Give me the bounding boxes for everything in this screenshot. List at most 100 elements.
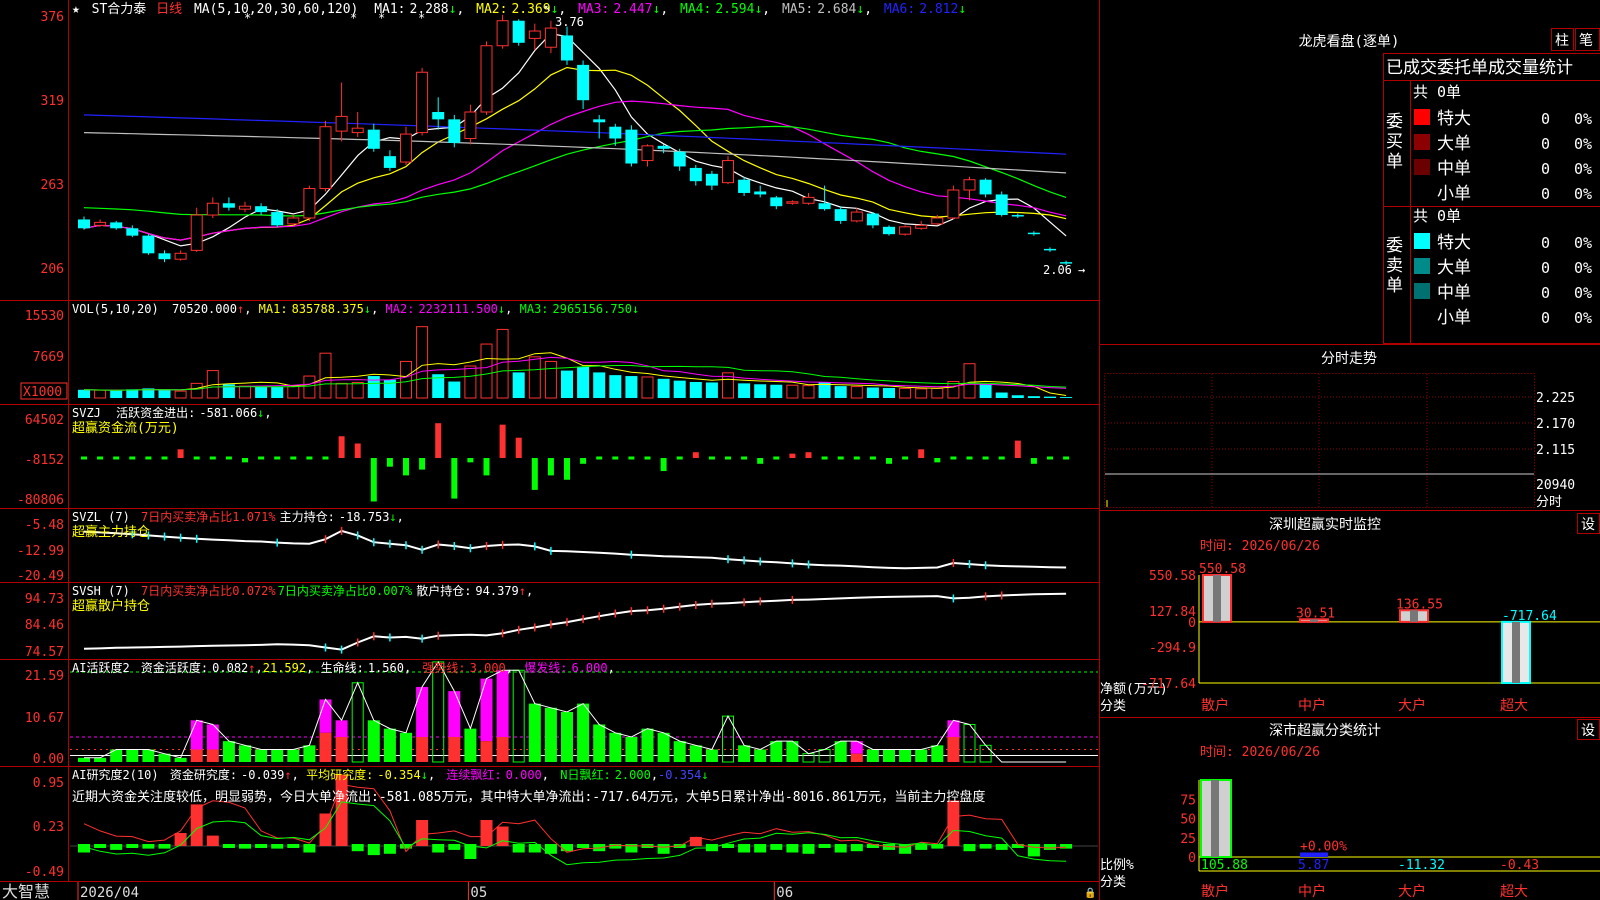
event-marker-icon[interactable]: * bbox=[378, 11, 385, 25]
candle[interactable] bbox=[464, 111, 477, 139]
volume-bar[interactable] bbox=[1044, 396, 1056, 398]
fund-flow-bar[interactable] bbox=[113, 456, 120, 460]
research-bar[interactable] bbox=[995, 844, 1008, 850]
candle[interactable] bbox=[190, 214, 203, 251]
volume-bar[interactable] bbox=[593, 372, 606, 398]
lock-icon[interactable]: 🔒 bbox=[1084, 887, 1096, 899]
fund-flow-bar[interactable] bbox=[950, 456, 957, 460]
research-bar[interactable] bbox=[190, 804, 203, 846]
candle[interactable] bbox=[786, 201, 799, 204]
fund-flow-bar[interactable] bbox=[338, 436, 345, 458]
volume-bar[interactable] bbox=[561, 370, 573, 398]
candle[interactable] bbox=[931, 217, 944, 225]
candle[interactable] bbox=[689, 167, 702, 182]
volume-bar[interactable] bbox=[641, 376, 654, 399]
volume-bar[interactable] bbox=[367, 376, 380, 398]
candle[interactable] bbox=[496, 20, 509, 47]
activity-bar-base[interactable] bbox=[480, 741, 493, 762]
activity-bar-base[interactable] bbox=[850, 753, 863, 762]
activity-bar[interactable] bbox=[94, 757, 107, 762]
candle[interactable] bbox=[1027, 232, 1040, 235]
volume-bar[interactable] bbox=[754, 384, 767, 398]
activity-bar[interactable] bbox=[770, 741, 783, 762]
candle[interactable] bbox=[802, 196, 815, 204]
research-bar[interactable] bbox=[963, 844, 976, 852]
volume-bar[interactable] bbox=[351, 381, 364, 399]
candle[interactable] bbox=[303, 188, 316, 219]
volume-bar[interactable] bbox=[464, 365, 477, 399]
research-bar[interactable] bbox=[850, 844, 863, 852]
event-marker-icon[interactable]: * bbox=[244, 11, 251, 25]
volume-bar[interactable] bbox=[1027, 396, 1040, 398]
activity-bar[interactable] bbox=[834, 741, 847, 762]
volume-bar[interactable] bbox=[528, 356, 541, 399]
fund-flow-bar[interactable] bbox=[789, 453, 796, 458]
activity-bar-base[interactable] bbox=[448, 736, 461, 762]
activity-bar[interactable] bbox=[383, 728, 396, 762]
candle[interactable] bbox=[432, 111, 445, 120]
activity-bar[interactable] bbox=[931, 745, 944, 762]
activity-bar[interactable] bbox=[303, 745, 316, 762]
fund-flow-bar[interactable] bbox=[274, 456, 281, 460]
candle[interactable] bbox=[287, 217, 300, 225]
activity-bar[interactable] bbox=[416, 686, 429, 737]
activity-bar[interactable] bbox=[287, 749, 300, 762]
candle[interactable] bbox=[850, 211, 863, 222]
candle[interactable] bbox=[126, 228, 139, 236]
fund-flow-bar[interactable] bbox=[966, 456, 973, 460]
fund-flow-bar[interactable] bbox=[177, 449, 184, 458]
activity-bar[interactable] bbox=[367, 720, 380, 762]
candle[interactable] bbox=[206, 202, 219, 216]
candle[interactable] bbox=[979, 179, 992, 195]
candle[interactable] bbox=[78, 219, 90, 229]
fund-flow-bar[interactable] bbox=[515, 437, 522, 458]
fund-flow-bar[interactable] bbox=[1047, 456, 1053, 460]
activity-bar-base[interactable] bbox=[335, 736, 348, 762]
candle[interactable] bbox=[174, 252, 187, 260]
research-bar[interactable] bbox=[126, 844, 139, 848]
fund-flow-bar[interactable] bbox=[982, 456, 989, 460]
volume-bar[interactable] bbox=[705, 382, 718, 398]
candle[interactable] bbox=[641, 145, 654, 162]
candle[interactable] bbox=[416, 71, 429, 134]
candle[interactable] bbox=[754, 191, 767, 195]
stock-name[interactable]: ST合力泰 bbox=[92, 2, 147, 17]
volume-bar[interactable] bbox=[480, 343, 493, 399]
activity-bar[interactable] bbox=[866, 749, 879, 762]
research-bar[interactable] bbox=[174, 833, 187, 846]
research-bar[interactable] bbox=[367, 844, 380, 856]
fund-flow-bar[interactable] bbox=[998, 456, 1005, 460]
research-bar[interactable] bbox=[577, 844, 590, 848]
volume-bar[interactable] bbox=[931, 387, 944, 399]
volume-bar[interactable] bbox=[255, 386, 268, 398]
volume-bar[interactable] bbox=[850, 386, 863, 399]
candle[interactable] bbox=[770, 197, 783, 207]
fund-flow-bar[interactable] bbox=[322, 456, 329, 460]
fund-flow-bar[interactable] bbox=[370, 458, 377, 502]
fund-flow-bar[interactable] bbox=[531, 458, 538, 490]
activity-bar[interactable] bbox=[174, 757, 187, 762]
fund-flow-bar[interactable] bbox=[612, 456, 619, 460]
fund-flow-bar[interactable] bbox=[193, 456, 200, 460]
research-bar[interactable] bbox=[979, 844, 992, 849]
research-bar[interactable] bbox=[416, 820, 429, 846]
research-bar[interactable] bbox=[255, 844, 268, 848]
fund-flow-bar[interactable] bbox=[225, 456, 232, 460]
candle[interactable] bbox=[94, 221, 107, 226]
fund-flow-bar[interactable] bbox=[386, 458, 393, 467]
volume-bar[interactable] bbox=[335, 382, 348, 399]
research-bar[interactable] bbox=[657, 844, 670, 854]
candle[interactable] bbox=[512, 20, 525, 43]
activity-bar[interactable] bbox=[625, 736, 638, 762]
volume-bar[interactable] bbox=[883, 387, 895, 398]
research-bar[interactable] bbox=[448, 844, 461, 850]
fund-flow-bar[interactable] bbox=[1063, 456, 1070, 460]
fund-flow-bar[interactable] bbox=[934, 458, 941, 463]
candle[interactable] bbox=[400, 133, 412, 163]
research-bar[interactable] bbox=[222, 844, 235, 848]
research-bar[interactable] bbox=[512, 844, 525, 853]
research-bar[interactable] bbox=[770, 844, 783, 850]
candle[interactable] bbox=[561, 35, 573, 61]
candle[interactable] bbox=[255, 206, 268, 213]
activity-bar[interactable] bbox=[255, 749, 268, 762]
